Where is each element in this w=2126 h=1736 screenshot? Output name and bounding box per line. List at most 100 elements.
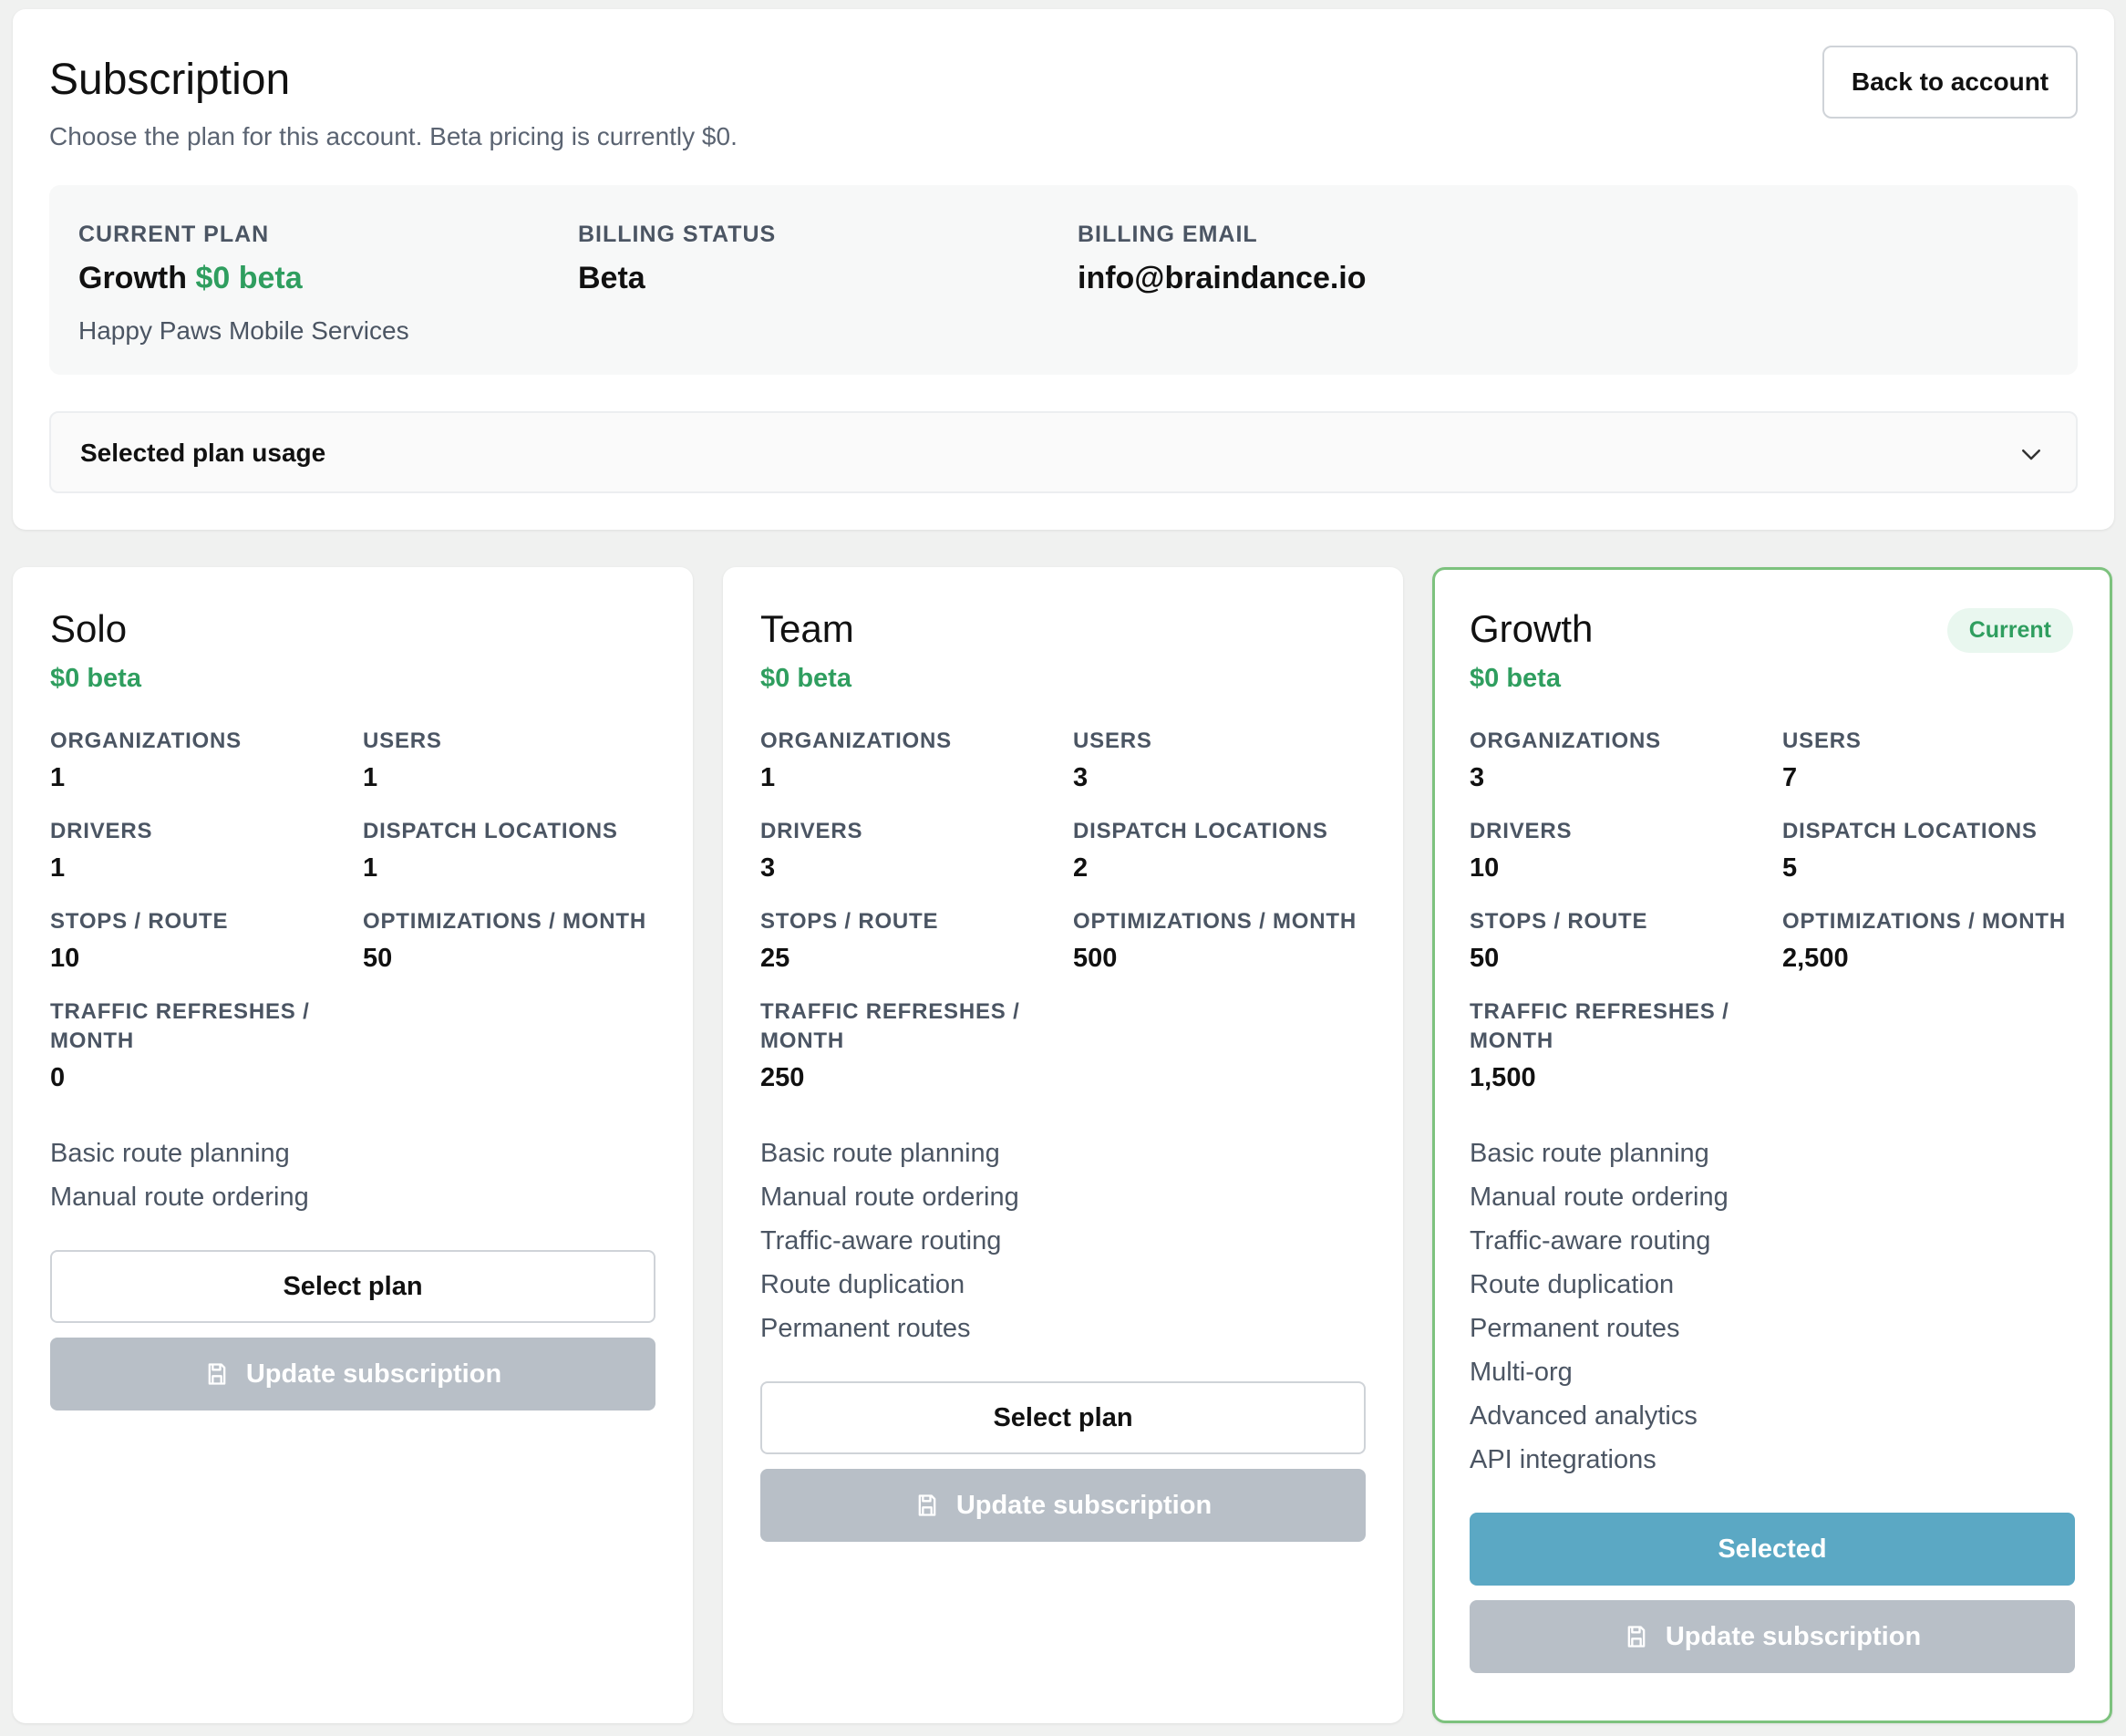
stops-route-value: 10 <box>50 944 80 973</box>
optimizations-value: 500 <box>1073 944 1118 973</box>
feature-item: Route duplication <box>760 1270 965 1299</box>
plan-summary: CURRENT PLAN Growth $0 beta Happy Paws M… <box>49 185 2078 375</box>
organizations-label: ORGANIZATIONS <box>50 728 242 753</box>
billing-email-block: BILLING EMAIL info@braindance.io <box>1078 222 1367 296</box>
plan-card-team: Team $0 beta ORGANIZATIONS 1 USERS 3 DRIVE… <box>723 567 1403 1723</box>
users-label: USERS <box>363 728 442 753</box>
drivers-value: 1 <box>50 853 66 883</box>
feature-item: Basic route planning <box>50 1139 290 1168</box>
feature-item: API integrations <box>1470 1445 1656 1474</box>
organizations-label: ORGANIZATIONS <box>1470 728 1661 753</box>
update-subscription-button[interactable]: Update subscription <box>1470 1600 2075 1673</box>
plan-price: $0 beta <box>760 664 851 693</box>
feature-item: Manual route ordering <box>760 1183 1019 1212</box>
feature-item: Multi-org <box>1470 1358 1573 1387</box>
feature-item: Route duplication <box>1470 1270 1675 1299</box>
page-subtitle: Choose the plan for this account. Beta p… <box>49 122 738 150</box>
billing-email-label: BILLING EMAIL <box>1078 222 1258 247</box>
current-plan-block: CURRENT PLAN Growth $0 beta Happy Paws M… <box>78 222 409 346</box>
feature-item: Permanent routes <box>760 1314 971 1343</box>
select-plan-button[interactable]: Select plan <box>50 1250 655 1323</box>
plan-limits: ORGANIZATIONS 1 USERS 1 DRIVERS 1 DISPATCH … <box>50 727 655 1093</box>
optimizations-label: OPTIMIZATIONS / MONTH <box>1073 909 1357 934</box>
stops-route-value: 50 <box>1470 944 1500 973</box>
traffic-refreshes-label: TRAFFIC REFRESHES / MONTH <box>50 999 310 1053</box>
save-icon <box>918 1494 936 1516</box>
subscription-header-card: Subscription Choose the plan for this ac… <box>13 9 2114 530</box>
plan-price: $0 beta <box>1470 664 1561 693</box>
back-to-account-button[interactable]: Back to account <box>1822 46 2078 119</box>
plan-name: Solo <box>50 607 128 650</box>
current-plan-price: $0 beta <box>195 261 303 295</box>
stops-route-label: STOPS / ROUTE <box>1470 909 1648 934</box>
users-value: 7 <box>1782 763 1798 792</box>
dispatch-locations-label: DISPATCH LOCATIONS <box>1073 819 1328 843</box>
feature-item: Traffic-aware routing <box>760 1226 1002 1256</box>
update-subscription-label: Update subscription <box>955 1490 1213 1520</box>
feature-item: Advanced analytics <box>1470 1401 1698 1431</box>
selected-plan-usage-toggle[interactable]: Selected plan usage <box>49 411 2078 493</box>
plan-limits: ORGANIZATIONS 1 USERS 3 DRIVERS 3 DISPATCH … <box>760 727 1366 1093</box>
plan-limits: ORGANIZATIONS 3 USERS 7 DRIVERS 10 DISPATCH… <box>1470 727 2075 1093</box>
dispatch-locations-value: 1 <box>363 853 378 883</box>
select-plan-button[interactable]: Select plan <box>760 1381 1366 1454</box>
organizations-value: 1 <box>50 763 66 792</box>
drivers-value: 10 <box>1470 853 1500 883</box>
stops-route-value: 25 <box>760 944 790 973</box>
feature-item: Traffic-aware routing <box>1470 1226 1711 1256</box>
chevron-down-icon <box>2022 450 2040 460</box>
plan-name: Growth <box>1470 607 1594 650</box>
billing-status-label: BILLING STATUS <box>578 222 777 247</box>
stops-route-label: STOPS / ROUTE <box>760 909 939 934</box>
stops-route-label: STOPS / ROUTE <box>50 909 229 934</box>
optimizations-value: 2,500 <box>1782 944 1849 973</box>
update-subscription-label: Update subscription <box>245 1359 502 1389</box>
users-label: USERS <box>1073 728 1152 753</box>
billing-status-block: BILLING STATUS Beta <box>578 222 776 296</box>
plan-price: $0 beta <box>50 664 141 693</box>
organizations-value: 1 <box>760 763 776 792</box>
plan-card-growth: Current Growth $0 beta ORGANIZATIONS 3 US… <box>1432 567 2112 1723</box>
usage-label: Selected plan usage <box>80 439 326 467</box>
plan-card-solo: Solo $0 beta ORGANIZATIONS 1 USERS 1 DRIVE… <box>13 567 693 1723</box>
traffic-refreshes-value: 0 <box>50 1063 66 1092</box>
feature-item: Basic route planning <box>760 1139 1000 1168</box>
users-value: 3 <box>1073 763 1089 792</box>
feature-list: Basic route planning Manual route orderi… <box>50 1132 655 1219</box>
feature-item: Manual route ordering <box>1470 1183 1729 1212</box>
update-subscription-button[interactable]: Update subscription <box>50 1338 655 1410</box>
current-plan-name: Growth <box>78 261 187 295</box>
dispatch-locations-label: DISPATCH LOCATIONS <box>1782 819 2038 843</box>
drivers-value: 3 <box>760 853 776 883</box>
dispatch-locations-label: DISPATCH LOCATIONS <box>363 819 618 843</box>
users-label: USERS <box>1782 728 1862 753</box>
feature-list: Basic route planning Manual route orderi… <box>760 1132 1366 1350</box>
organizations-value: 3 <box>1470 763 1485 792</box>
drivers-label: DRIVERS <box>760 819 863 843</box>
traffic-refreshes-label: TRAFFIC REFRESHES / MONTH <box>760 999 1020 1053</box>
billing-email-value: info@braindance.io <box>1078 261 1367 295</box>
save-icon <box>1627 1626 1646 1648</box>
feature-item: Manual route ordering <box>50 1183 309 1212</box>
users-value: 1 <box>363 763 378 792</box>
dispatch-locations-value: 5 <box>1782 853 1798 883</box>
current-plan-value: Growth $0 beta <box>78 261 409 296</box>
plan-name: Team <box>760 607 854 650</box>
organizations-label: ORGANIZATIONS <box>760 728 952 753</box>
optimizations-label: OPTIMIZATIONS / MONTH <box>1782 909 2066 934</box>
feature-item: Basic route planning <box>1470 1139 1709 1168</box>
drivers-label: DRIVERS <box>1470 819 1573 843</box>
update-subscription-label: Update subscription <box>1665 1621 1922 1651</box>
update-subscription-button[interactable]: Update subscription <box>760 1469 1366 1542</box>
drivers-label: DRIVERS <box>50 819 153 843</box>
optimizations-label: OPTIMIZATIONS / MONTH <box>363 909 646 934</box>
selected-plan-button[interactable]: Selected <box>1470 1513 2075 1586</box>
traffic-refreshes-value: 250 <box>760 1063 805 1092</box>
traffic-refreshes-label: TRAFFIC REFRESHES / MONTH <box>1470 999 1729 1053</box>
save-icon <box>208 1363 226 1385</box>
feature-item: Permanent routes <box>1470 1314 1680 1343</box>
dispatch-locations-value: 2 <box>1073 853 1089 883</box>
page-title: Subscription <box>49 56 291 104</box>
feature-list: Basic route planning Manual route orderi… <box>1470 1132 2075 1482</box>
billing-status-value: Beta <box>578 261 645 295</box>
